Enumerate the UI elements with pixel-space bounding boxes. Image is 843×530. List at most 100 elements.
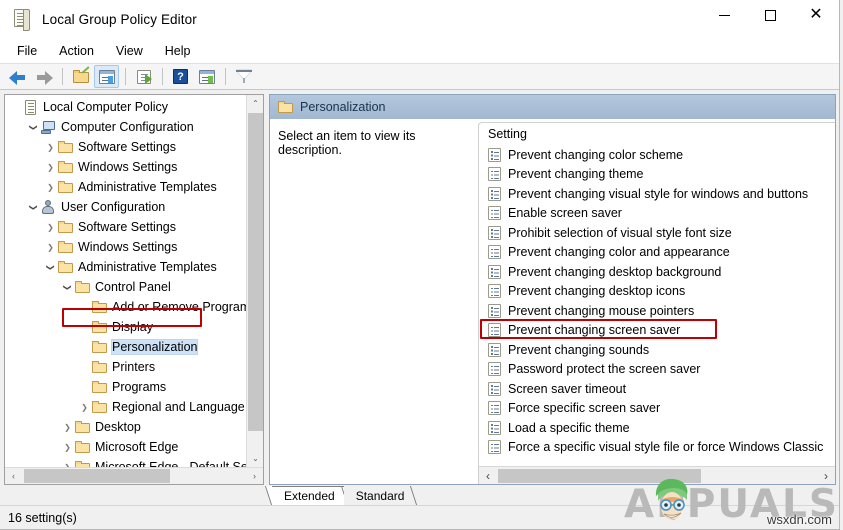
- setting-row[interactable]: Prevent changing screen saver: [479, 321, 835, 341]
- help-icon: ?: [173, 69, 188, 84]
- chevron-right-icon[interactable]: [43, 177, 58, 197]
- chevron-down-icon[interactable]: [43, 257, 58, 277]
- setting-row[interactable]: Force a specific visual style file or fo…: [479, 438, 835, 458]
- menu-file[interactable]: File: [6, 41, 48, 61]
- settings-horizontal-scrollbar[interactable]: ‹ ›: [479, 466, 835, 484]
- up-one-level-button[interactable]: [68, 65, 93, 88]
- forward-button[interactable]: [31, 65, 56, 88]
- tree-item[interactable]: Desktop: [5, 417, 246, 437]
- chevron-right-icon[interactable]: [43, 157, 58, 177]
- tree-scrollbar-thumb[interactable]: [248, 113, 263, 431]
- back-button[interactable]: [5, 65, 30, 88]
- tree-item[interactable]: Local Computer Policy: [5, 97, 246, 117]
- setting-row[interactable]: Force specific screen saver: [479, 399, 835, 419]
- policy-setting-icon: [488, 206, 501, 221]
- menu-action[interactable]: Action: [48, 41, 105, 61]
- tree-horizontal-scrollbar[interactable]: ‹ ›: [5, 467, 263, 484]
- settings-list[interactable]: Prevent changing color scheme Prevent cha…: [479, 145, 835, 466]
- chevron-down-icon[interactable]: [26, 117, 41, 137]
- tree-item[interactable]: Administrative Templates: [5, 177, 246, 197]
- tree-scroll-left-button[interactable]: ‹: [5, 468, 22, 484]
- setting-row[interactable]: Prevent changing desktop background: [479, 262, 835, 282]
- tree-item-label: Windows Settings: [78, 240, 178, 254]
- setting-row[interactable]: Prevent changing theme: [479, 165, 835, 185]
- tree-item[interactable]: Regional and Language Op: [5, 397, 246, 417]
- folder-up-icon: [72, 66, 90, 83]
- settings-column-header[interactable]: Setting: [479, 123, 835, 145]
- details-pane-header: Personalization: [269, 94, 836, 119]
- setting-row[interactable]: Prevent changing visual style for window…: [479, 184, 835, 204]
- export-list-button[interactable]: [131, 65, 156, 88]
- tree-item[interactable]: Programs: [5, 377, 246, 397]
- setting-row[interactable]: Prevent changing sounds: [479, 340, 835, 360]
- tree-scroll-right-button[interactable]: ›: [246, 468, 263, 484]
- setting-row[interactable]: Prevent changing mouse pointers: [479, 301, 835, 321]
- tree-item[interactable]: Control Panel: [5, 277, 246, 297]
- tab-standard-label: Standard: [355, 488, 405, 503]
- tree-item[interactable]: Display: [5, 317, 246, 337]
- setting-row[interactable]: Prevent changing color and appearance: [479, 243, 835, 263]
- minimize-button[interactable]: [701, 0, 747, 30]
- chevron-right-icon[interactable]: [60, 457, 75, 467]
- setting-row[interactable]: Load a specific theme: [479, 418, 835, 438]
- tree-item[interactable]: Computer Configuration: [5, 117, 246, 137]
- close-button[interactable]: ✕: [793, 0, 839, 30]
- tree-hscrollbar-thumb[interactable]: [24, 469, 170, 483]
- chevron-down-icon[interactable]: [60, 277, 75, 297]
- settings-scroll-right-button[interactable]: ›: [817, 467, 835, 484]
- tree-item[interactable]: Software Settings: [5, 137, 246, 157]
- tree-item[interactable]: Add or Remove Programs: [5, 297, 246, 317]
- chevron-right-icon[interactable]: [77, 397, 92, 417]
- folder-icon: [75, 421, 90, 433]
- maximize-button[interactable]: [747, 0, 793, 30]
- chevron-right-icon[interactable]: [43, 237, 58, 257]
- tree-item[interactable]: Windows Settings: [5, 157, 246, 177]
- tree-item[interactable]: Windows Settings: [5, 237, 246, 257]
- policy-tree[interactable]: Local Computer Policy Computer Configurat…: [5, 95, 246, 467]
- menu-help[interactable]: Help: [154, 41, 202, 61]
- show-action-pane-button[interactable]: [194, 65, 219, 88]
- show-hide-console-tree-button[interactable]: [94, 65, 119, 88]
- setting-row[interactable]: Prevent changing color scheme: [479, 145, 835, 165]
- folder-icon: [58, 221, 73, 233]
- setting-row[interactable]: Prevent changing desktop icons: [479, 282, 835, 302]
- chevron-right-icon[interactable]: [43, 217, 58, 237]
- tree-item[interactable]: Microsoft Edge - Default Settin: [5, 457, 246, 467]
- folder-icon: [75, 441, 90, 453]
- folder-icon: [58, 241, 73, 253]
- settings-scroll-left-button[interactable]: ‹: [479, 467, 497, 484]
- title-bar: Local Group Policy Editor ✕: [0, 0, 839, 38]
- tree-item[interactable]: Personalization: [5, 337, 246, 357]
- tree-item[interactable]: Printers: [5, 357, 246, 377]
- help-button[interactable]: ?: [168, 65, 193, 88]
- policy-setting-icon: [488, 381, 501, 396]
- setting-row[interactable]: Enable screen saver: [479, 204, 835, 224]
- settings-hscrollbar-thumb[interactable]: [498, 469, 701, 483]
- chevron-right-icon[interactable]: [60, 417, 75, 437]
- setting-label: Prevent changing sounds: [508, 342, 650, 357]
- tree-item-label: Add or Remove Programs: [112, 300, 246, 314]
- tree-vertical-scrollbar[interactable]: ⌃ ⌄: [246, 95, 263, 467]
- tree-scroll-up-button[interactable]: ⌃: [247, 95, 263, 112]
- chevron-down-icon[interactable]: [26, 197, 41, 217]
- tree-item[interactable]: User Configuration: [5, 197, 246, 217]
- tree-item-label: Microsoft Edge - Default Settin: [95, 460, 246, 467]
- filter-button[interactable]: [231, 65, 256, 88]
- setting-label: Enable screen saver: [508, 206, 622, 221]
- tab-extended[interactable]: Extended: [272, 486, 348, 505]
- setting-row[interactable]: Prohibit selection of visual style font …: [479, 223, 835, 243]
- policy-setting-icon: [488, 323, 501, 338]
- chevron-right-icon[interactable]: [43, 137, 58, 157]
- tab-standard[interactable]: Standard: [343, 486, 418, 505]
- chevron-right-icon[interactable]: [60, 437, 75, 457]
- tree-item[interactable]: Administrative Templates: [5, 257, 246, 277]
- tree-scroll-down-button[interactable]: ⌄: [247, 450, 263, 467]
- tree-item[interactable]: Software Settings: [5, 217, 246, 237]
- policy-setting-icon: [488, 167, 501, 182]
- setting-row[interactable]: Password protect the screen saver: [479, 360, 835, 380]
- tree-item[interactable]: Microsoft Edge: [5, 437, 246, 457]
- setting-label: Prevent changing desktop icons: [508, 284, 686, 299]
- computer-icon: [41, 120, 56, 134]
- setting-row[interactable]: Screen saver timeout: [479, 379, 835, 399]
- menu-view[interactable]: View: [105, 41, 154, 61]
